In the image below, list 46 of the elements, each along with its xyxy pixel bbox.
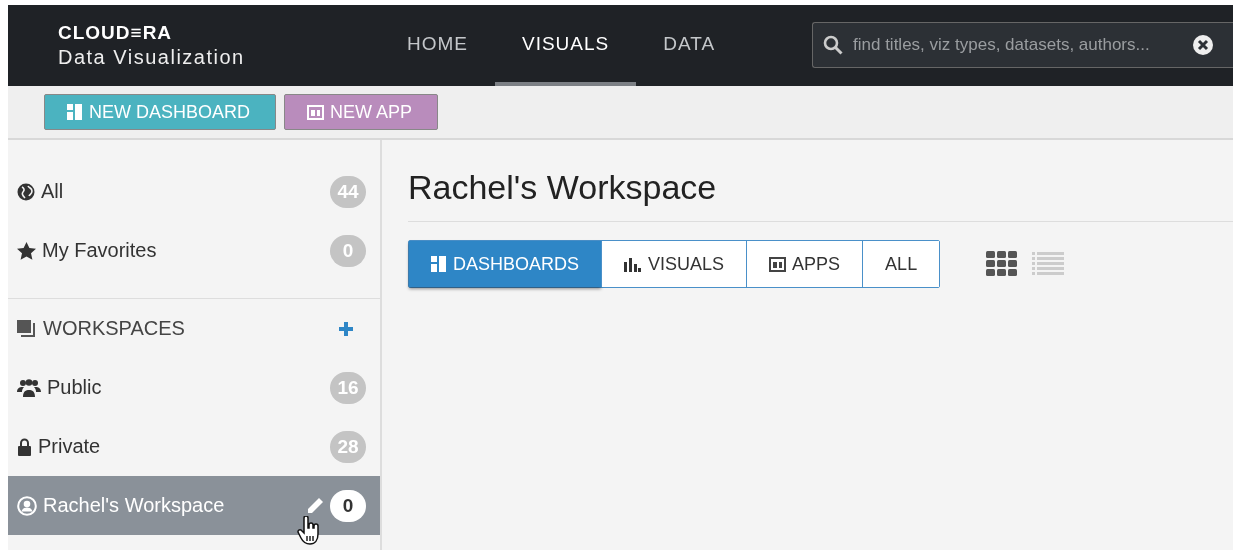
- bar-chart-icon: [624, 256, 643, 272]
- user-icon: [17, 495, 37, 516]
- item-label: Private: [38, 435, 102, 458]
- count-badge: 0: [330, 234, 366, 267]
- stack-icon: [17, 319, 37, 338]
- section-title: WORKSPACES: [43, 317, 186, 340]
- brand-logo: CLOUD≡RA: [58, 22, 174, 44]
- search-field[interactable]: find titles, viz types, datasets, authors...: [812, 22, 1233, 68]
- app-icon: [307, 104, 324, 120]
- filter-tab[interactable]: VISUALS: [601, 241, 747, 287]
- count-badge: 16: [330, 371, 366, 404]
- filter-tab[interactable]: APPS: [746, 241, 863, 287]
- sidebar-item[interactable]: My Favorites 0: [8, 221, 380, 280]
- sidebar-item[interactable]: Private 28: [8, 417, 380, 476]
- search-input[interactable]: find titles, viz types, datasets, authors...: [851, 34, 1185, 56]
- nav-tab[interactable]: HOME: [380, 5, 495, 86]
- filter-tab[interactable]: ALL: [862, 241, 940, 287]
- sidebar-item[interactable]: Public 16: [8, 358, 380, 417]
- grid-view-icon: [986, 251, 1019, 277]
- view-toggle[interactable]: [1032, 251, 1065, 277]
- nav-tab[interactable]: DATA: [636, 5, 743, 86]
- count-badge: 44: [330, 175, 366, 208]
- page-title: Rachel's Workspace: [408, 168, 1233, 222]
- sidebar-item[interactable]: All 44: [8, 162, 380, 221]
- item-label: Public: [47, 376, 103, 399]
- product-name: Data Visualization: [58, 46, 246, 69]
- dashboard-icon: [431, 256, 447, 272]
- users-icon: [17, 378, 41, 397]
- globe-icon: [17, 182, 35, 201]
- clear-icon[interactable]: [1193, 35, 1213, 55]
- count-badge: 28: [330, 430, 366, 463]
- count-badge: 0: [330, 489, 366, 522]
- list-view-icon: [1032, 251, 1065, 277]
- add-icon[interactable]: [338, 320, 354, 337]
- hand-cursor-icon: [296, 516, 322, 546]
- pencil-icon: [306, 496, 324, 515]
- lock-icon: [17, 437, 32, 456]
- star-icon: [17, 241, 36, 260]
- app-icon: [769, 256, 787, 272]
- search-icon: [823, 35, 843, 55]
- item-label: Rachel's Workspace: [43, 494, 226, 517]
- item-label: All: [41, 180, 65, 203]
- dashboard-icon: [67, 104, 83, 120]
- filter-tab[interactable]: DASHBOARDS: [409, 241, 602, 287]
- item-label: My Favorites: [42, 239, 158, 262]
- view-toggle[interactable]: [986, 251, 1019, 277]
